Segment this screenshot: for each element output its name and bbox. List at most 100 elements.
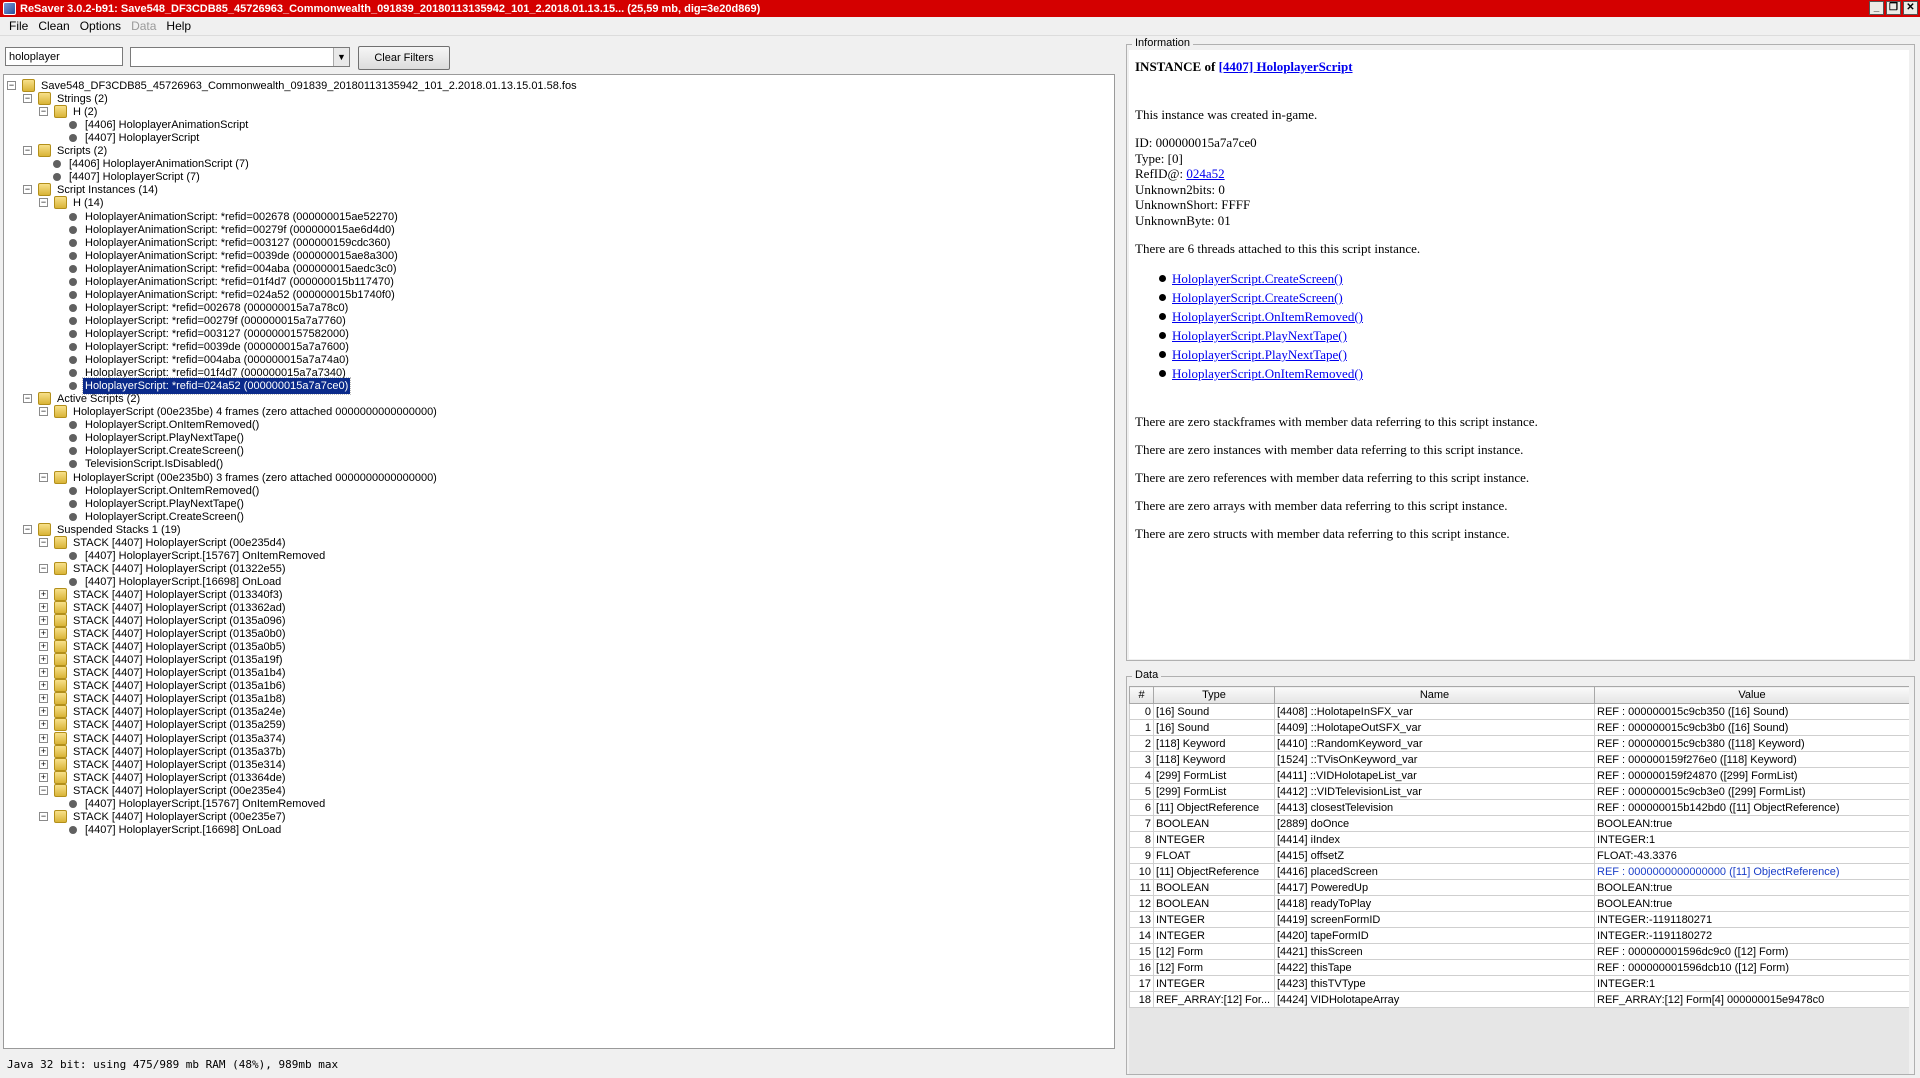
expand-toggle-icon[interactable]: + bbox=[39, 589, 48, 599]
expand-toggle-icon[interactable]: + bbox=[39, 746, 48, 756]
minimize-button[interactable]: _ bbox=[1869, 1, 1884, 15]
expand-toggle-icon[interactable]: + bbox=[39, 616, 48, 626]
table-row[interactable]: 8 INTEGER [4414] iIndex INTEGER:1 bbox=[1129, 831, 1909, 848]
table-row[interactable]: 14 INTEGER [4420] tapeFormID INTEGER:-11911… bbox=[1129, 927, 1909, 944]
table-row[interactable]: 11 BOOLEAN [4417] PoweredUp BOOLEAN:true bbox=[1129, 879, 1909, 896]
leaf-bullet-icon bbox=[69, 447, 77, 456]
bullet-icon bbox=[1159, 313, 1166, 320]
collapse-toggle-icon[interactable]: − bbox=[39, 785, 48, 795]
left-pane: ▼ Clear Filters −Save548_DF3CDB85_457269… bbox=[0, 37, 1118, 1050]
column-header-index[interactable]: # bbox=[1129, 686, 1154, 704]
clear-filters-button[interactable]: Clear Filters bbox=[358, 46, 450, 70]
folder-icon bbox=[54, 666, 67, 680]
collapse-toggle-icon[interactable]: − bbox=[23, 146, 32, 156]
table-row[interactable]: 10 [11] ObjectReference [4416] placedScree… bbox=[1129, 863, 1909, 880]
column-header-type[interactable]: Type bbox=[1153, 686, 1275, 704]
data-cell-type: [16] Sound bbox=[1153, 719, 1275, 736]
expand-toggle-icon[interactable]: + bbox=[39, 772, 48, 782]
data-cell-index: 9 bbox=[1129, 847, 1154, 864]
script-link[interactable]: [4407] HoloplayerScript bbox=[1219, 59, 1353, 74]
menu-clean[interactable]: Clean bbox=[33, 19, 74, 33]
data-cell-index: 13 bbox=[1129, 911, 1154, 928]
table-row[interactable]: 7 BOOLEAN [2889] doOnce BOOLEAN:true bbox=[1129, 815, 1909, 832]
collapse-toggle-icon[interactable]: − bbox=[39, 563, 48, 573]
data-cell-name: [4417] PoweredUp bbox=[1274, 879, 1595, 896]
expand-toggle-icon[interactable]: + bbox=[39, 668, 48, 678]
table-row[interactable]: 16 [12] Form [4422] thisTape REF : 00000000… bbox=[1129, 959, 1909, 976]
expand-toggle-icon[interactable]: + bbox=[39, 603, 48, 612]
data-cell-index: 11 bbox=[1129, 879, 1154, 896]
table-row[interactable]: 17 INTEGER [4423] thisTVType INTEGER:1 bbox=[1129, 975, 1909, 992]
expand-toggle-icon[interactable]: + bbox=[39, 707, 48, 717]
data-cell-type: BOOLEAN bbox=[1153, 895, 1275, 912]
data-cell-type: INTEGER bbox=[1153, 975, 1275, 992]
thread-link[interactable]: HoloplayerScript.CreateScreen() bbox=[1172, 271, 1343, 286]
table-row[interactable]: 3 [118] Keyword [1524] ::TVisOnKeyword_var… bbox=[1129, 751, 1909, 768]
refid-link[interactable]: 024a52 bbox=[1186, 166, 1224, 181]
collapse-toggle-icon[interactable]: − bbox=[39, 472, 48, 482]
thread-link[interactable]: HoloplayerScript.CreateScreen() bbox=[1172, 290, 1343, 305]
expand-toggle-icon[interactable]: + bbox=[39, 681, 48, 691]
table-row[interactable]: 6 [11] ObjectReference [4413] closestTelev… bbox=[1129, 799, 1909, 816]
data-cell-value: REF_ARRAY:[12] Form[4] 000000015e9478c0 bbox=[1594, 991, 1909, 1008]
menu-help[interactable]: Help bbox=[161, 19, 196, 33]
table-row[interactable]: 1 [16] Sound [4409] ::HolotapeOutSFX_var RE… bbox=[1129, 719, 1909, 736]
table-row[interactable]: 9 FLOAT [4415] offsetZ FLOAT:-43.3376 bbox=[1129, 847, 1909, 864]
table-row[interactable]: 4 [299] FormList [4411] ::VIDHolotapeList_… bbox=[1129, 767, 1909, 784]
filter-select[interactable]: ▼ bbox=[130, 47, 350, 67]
expand-toggle-icon[interactable]: + bbox=[39, 733, 48, 743]
save-tree[interactable]: − Save548_DF3CDB85_45726963_Commonwealth_… bbox=[3, 74, 1115, 1049]
leaf-bullet-icon bbox=[69, 251, 77, 260]
collapse-toggle-icon[interactable]: − bbox=[7, 81, 16, 90]
expand-toggle-icon[interactable]: + bbox=[39, 629, 48, 639]
folder-icon bbox=[54, 105, 67, 119]
folder-icon bbox=[54, 561, 67, 575]
collapse-toggle-icon[interactable]: − bbox=[23, 394, 32, 404]
collapse-toggle-icon[interactable]: − bbox=[23, 524, 32, 534]
thread-link[interactable]: HoloplayerScript.PlayNextTape() bbox=[1172, 347, 1347, 362]
table-row[interactable]: 15 [12] Form [4421] thisScreen REF : 000000… bbox=[1129, 943, 1909, 960]
folder-icon bbox=[38, 183, 51, 197]
folder-icon bbox=[54, 196, 67, 210]
table-row[interactable]: 12 BOOLEAN [4418] readyToPlay BOOLEAN:true bbox=[1129, 895, 1909, 912]
collapse-toggle-icon[interactable]: − bbox=[39, 107, 48, 117]
column-header-value[interactable]: Value bbox=[1594, 686, 1909, 704]
collapse-toggle-icon[interactable]: − bbox=[23, 185, 32, 195]
collapse-toggle-icon[interactable]: − bbox=[39, 811, 48, 821]
expand-toggle-icon[interactable]: + bbox=[39, 655, 48, 665]
leaf-bullet-icon bbox=[69, 577, 77, 586]
close-button[interactable]: ✕ bbox=[1903, 1, 1918, 15]
expand-toggle-icon[interactable]: + bbox=[39, 642, 48, 652]
thread-link[interactable]: HoloplayerScript.PlayNextTape() bbox=[1172, 328, 1347, 343]
folder-icon bbox=[54, 535, 67, 549]
expand-toggle-icon[interactable]: + bbox=[39, 694, 48, 704]
table-row[interactable]: 13 INTEGER [4419] screenFormID INTEGER:-119… bbox=[1129, 911, 1909, 928]
folder-icon bbox=[54, 770, 67, 784]
data-cell-type: [11] ObjectReference bbox=[1153, 863, 1275, 880]
restore-button[interactable]: ❐ bbox=[1886, 1, 1901, 15]
table-row[interactable]: 2 [118] Keyword [4410] ::RandomKeyword_var… bbox=[1129, 735, 1909, 752]
collapse-toggle-icon[interactable]: − bbox=[39, 407, 48, 417]
table-row[interactable]: 18 REF_ARRAY:[12] For... [4424] VIDHolotap… bbox=[1129, 991, 1909, 1008]
collapse-toggle-icon[interactable]: − bbox=[39, 198, 48, 208]
table-row[interactable]: 0 [16] Sound [4408] ::HolotapeInSFX_var REF… bbox=[1129, 703, 1909, 720]
dropdown-arrow-icon[interactable]: ▼ bbox=[333, 48, 349, 66]
leaf-bullet-icon bbox=[69, 551, 77, 560]
filter-input[interactable] bbox=[5, 47, 123, 66]
expand-toggle-icon[interactable]: + bbox=[39, 759, 48, 769]
data-cell-index: 8 bbox=[1129, 831, 1154, 848]
window-title: ReSaver 3.0.2-b91: Save548_DF3CDB85_4572… bbox=[20, 2, 761, 15]
data-cell-index: 7 bbox=[1129, 815, 1154, 832]
tree-node-label: [4407] HoloplayerScript.[16698] OnLoad bbox=[85, 823, 282, 836]
menu-options[interactable]: Options bbox=[75, 19, 126, 33]
collapse-toggle-icon[interactable]: − bbox=[23, 94, 32, 104]
data-cell-type: [16] Sound bbox=[1153, 703, 1275, 720]
collapse-toggle-icon[interactable]: − bbox=[39, 537, 48, 547]
expand-toggle-icon[interactable]: + bbox=[39, 720, 48, 730]
column-header-name[interactable]: Name bbox=[1274, 686, 1595, 704]
thread-link[interactable]: HoloplayerScript.OnItemRemoved() bbox=[1172, 366, 1363, 381]
information-legend: Information bbox=[1132, 37, 1194, 49]
table-row[interactable]: 5 [299] FormList [4412] ::VIDTelevisionLis… bbox=[1129, 783, 1909, 800]
thread-link[interactable]: HoloplayerScript.OnItemRemoved() bbox=[1172, 309, 1363, 324]
menu-file[interactable]: File bbox=[4, 19, 33, 33]
